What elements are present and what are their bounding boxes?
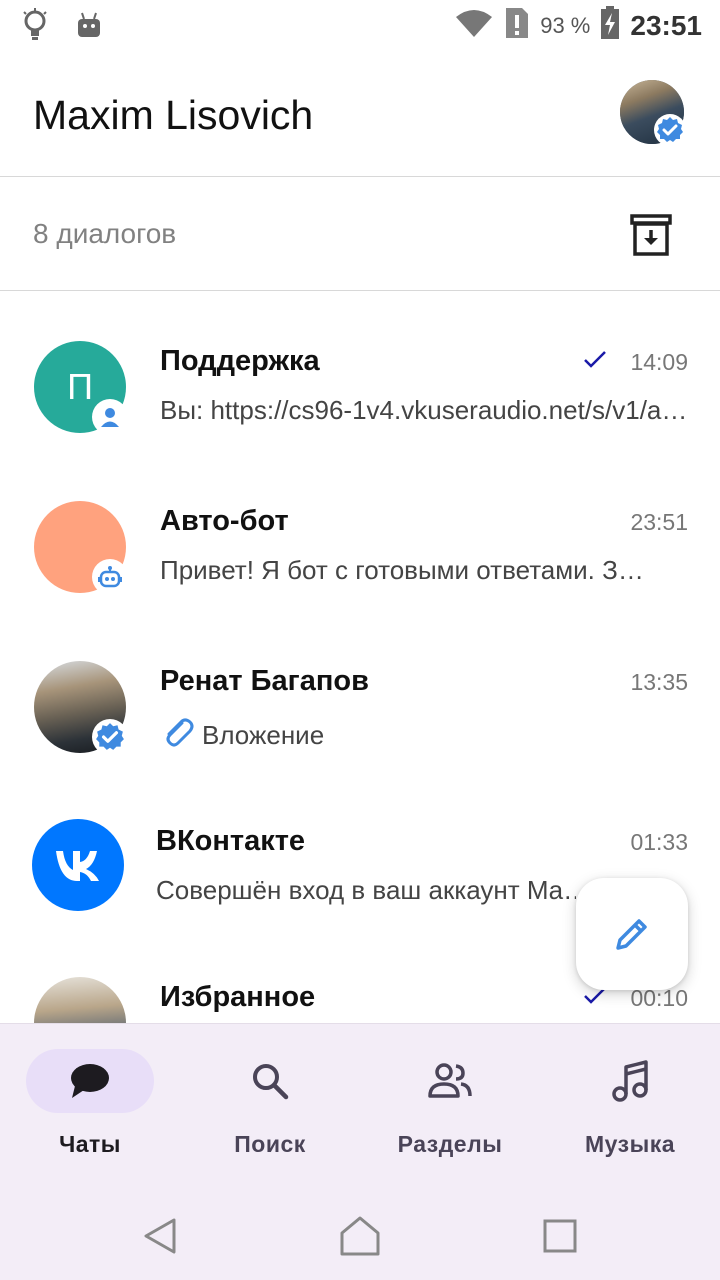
chat-preview-row: Вложение <box>160 715 688 756</box>
archive-icon <box>630 214 672 256</box>
nav-label: Музыка <box>584 1131 676 1157</box>
home-icon <box>340 1216 380 1256</box>
clock: 23:51 <box>630 9 702 41</box>
nav-item-music[interactable]: Музыка <box>540 1024 720 1191</box>
android-notification-icon <box>76 11 102 44</box>
dialogs-count: 8 диалогов <box>33 218 177 249</box>
page-title: Maxim Lisovich <box>33 92 314 138</box>
wifi-icon <box>454 7 494 44</box>
chat-bubble-icon <box>71 1064 109 1098</box>
person-icon <box>92 399 128 435</box>
people-icon <box>428 1063 472 1098</box>
profile-avatar[interactable] <box>620 80 686 146</box>
verified-icon <box>92 719 128 755</box>
nav-icon-container <box>566 1049 694 1113</box>
vk-logo-icon <box>32 819 124 911</box>
avatar: П <box>34 341 128 435</box>
nav-icon-container <box>206 1049 334 1113</box>
home-button[interactable] <box>338 1214 382 1258</box>
recents-button[interactable] <box>538 1214 582 1258</box>
dialogs-subheader: 8 диалогов <box>0 178 720 290</box>
back-button[interactable] <box>138 1214 182 1258</box>
header-divider <box>0 176 720 177</box>
battery-charging-icon <box>600 6 620 45</box>
nav-item-chats[interactable]: Чаты <box>0 1024 180 1191</box>
chat-time: 13:35 <box>630 669 688 695</box>
search-icon <box>253 1064 289 1100</box>
chat-time: 01:33 <box>630 829 688 855</box>
back-triangle-icon <box>144 1218 176 1254</box>
app-header: Maxim Lisovich <box>0 52 720 176</box>
avatar <box>34 661 128 755</box>
paperclip-icon <box>160 715 194 756</box>
chat-preview: Вложение <box>202 720 325 750</box>
chat-preview: Вы: https://cs96-1v4.vkuseraudio.net/s/v… <box>160 395 688 425</box>
chat-name: ВКонтакте <box>156 825 306 857</box>
chat-name: Поддержка <box>160 345 320 377</box>
recents-square-icon <box>543 1219 577 1253</box>
chat-time: 23:51 <box>630 509 688 535</box>
nav-item-search[interactable]: Поиск <box>180 1024 360 1191</box>
status-bar: 93 % 23:51 <box>0 0 720 52</box>
nav-active-pill <box>26 1049 154 1113</box>
compose-button[interactable] <box>576 878 688 990</box>
chat-item-support[interactable]: П Поддержка 14:09 Вы: https://cs96-1v4.v… <box>0 295 720 455</box>
bot-icon <box>92 559 128 595</box>
music-note-icon <box>612 1060 648 1102</box>
battery-percent: 93 % <box>540 12 591 38</box>
chat-item-renat[interactable]: Ренат Багапов 13:35 Вложение <box>0 615 720 775</box>
pencil-icon <box>616 919 647 950</box>
subheader-divider <box>0 290 720 291</box>
chat-name: Избранное <box>160 981 316 1013</box>
chat-time: 14:09 <box>630 349 688 375</box>
avatar <box>34 501 128 595</box>
chat-preview: Совершён вход в ваш аккаунт Ma… <box>156 875 576 905</box>
nav-icon-container <box>386 1049 514 1113</box>
nav-label: Чаты <box>59 1131 121 1157</box>
sim-alert-icon <box>504 6 530 45</box>
chat-name: Авто-бот <box>160 505 289 537</box>
read-check-icon <box>582 349 608 374</box>
nav-item-sections[interactable]: Разделы <box>360 1024 540 1191</box>
system-navigation-bar <box>0 1190 720 1280</box>
archive-button[interactable] <box>626 212 676 258</box>
chat-item-autobot[interactable]: Авто-бот 23:51 Привет! Я бот с готовыми … <box>0 455 720 615</box>
avatar <box>34 977 126 1023</box>
lightbulb-notification-icon <box>22 8 48 47</box>
chat-preview: Привет! Я бот с готовыми ответами. З… <box>160 555 644 585</box>
chat-name: Ренат Багапов <box>160 665 369 697</box>
nav-label: Разделы <box>397 1131 503 1157</box>
verified-icon <box>654 114 686 146</box>
nav-label: Поиск <box>234 1131 306 1157</box>
bottom-navigation: Чаты Поиск Разделы Музыка <box>0 1023 720 1190</box>
